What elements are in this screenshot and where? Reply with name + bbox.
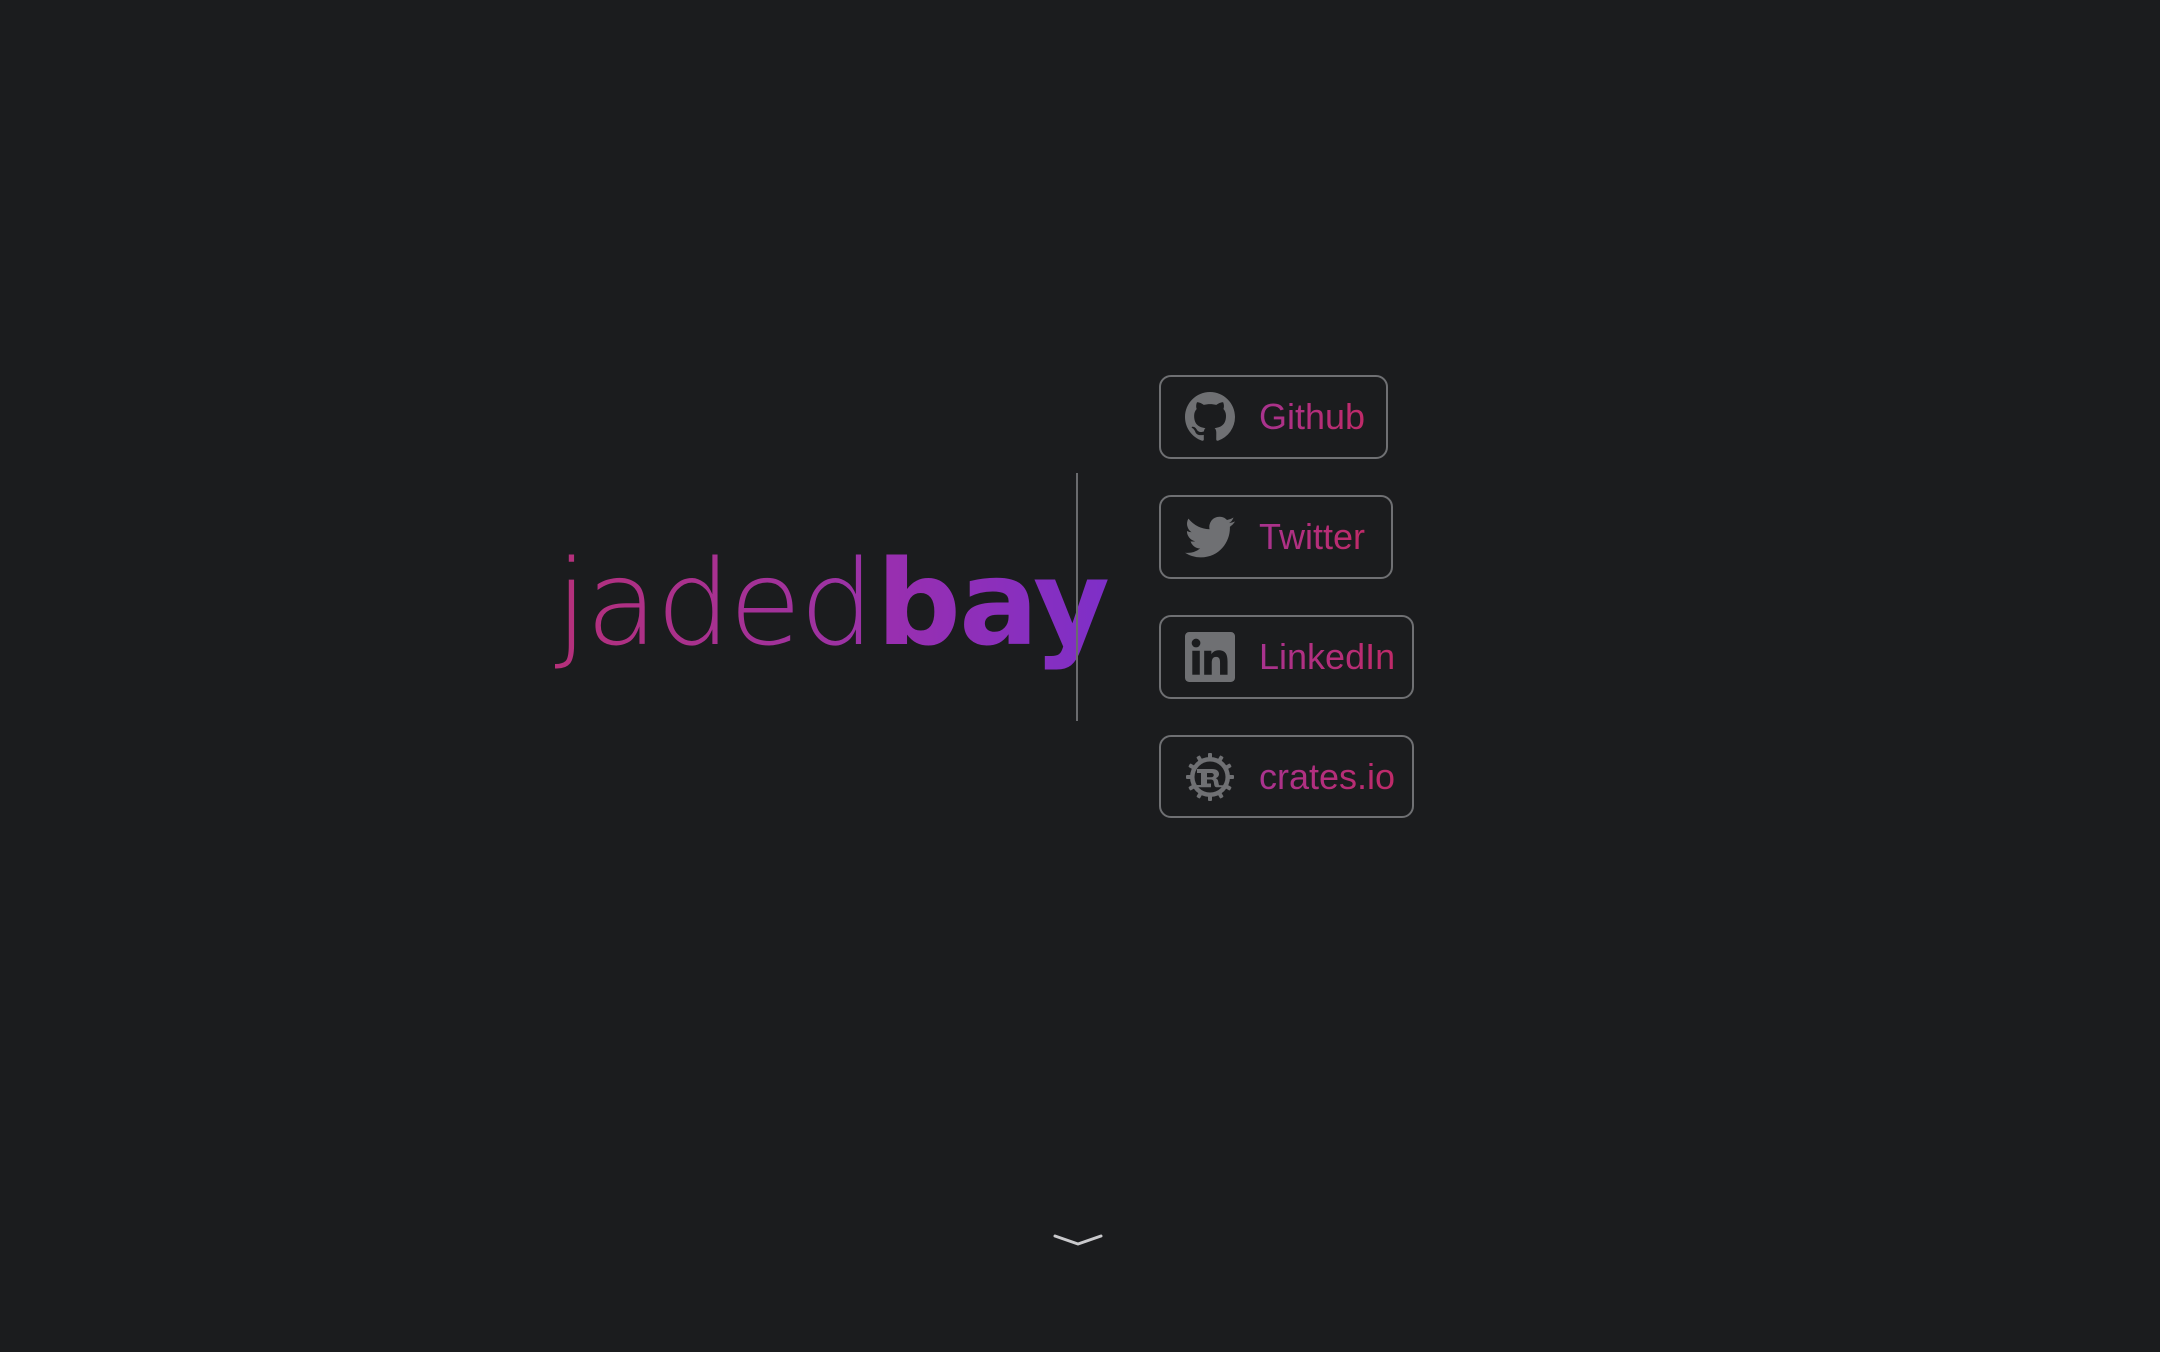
crates-io-link-button[interactable]: crates.io [1159, 735, 1414, 818]
logo-text-light: jaded [555, 528, 874, 678]
crates-io-link-label: crates.io [1259, 755, 1396, 797]
rust-icon [1185, 752, 1235, 802]
site-logo: jaded bay [555, 528, 1110, 678]
github-link-label: Github [1259, 396, 1366, 437]
twitter-link-button[interactable]: Twitter [1159, 495, 1393, 579]
linkedin-icon [1185, 632, 1235, 682]
linkedin-link-label: LinkedIn [1259, 636, 1396, 677]
linkedin-link-button[interactable]: LinkedIn [1159, 615, 1414, 699]
twitter-link-label: Twitter [1259, 516, 1366, 557]
github-link-button[interactable]: Github [1159, 375, 1388, 459]
twitter-icon [1185, 512, 1235, 562]
github-icon [1185, 392, 1235, 442]
logo-text-bold: bay [877, 528, 1110, 678]
vertical-divider [1076, 473, 1078, 721]
chevron-down-icon[interactable] [1053, 1228, 1103, 1252]
